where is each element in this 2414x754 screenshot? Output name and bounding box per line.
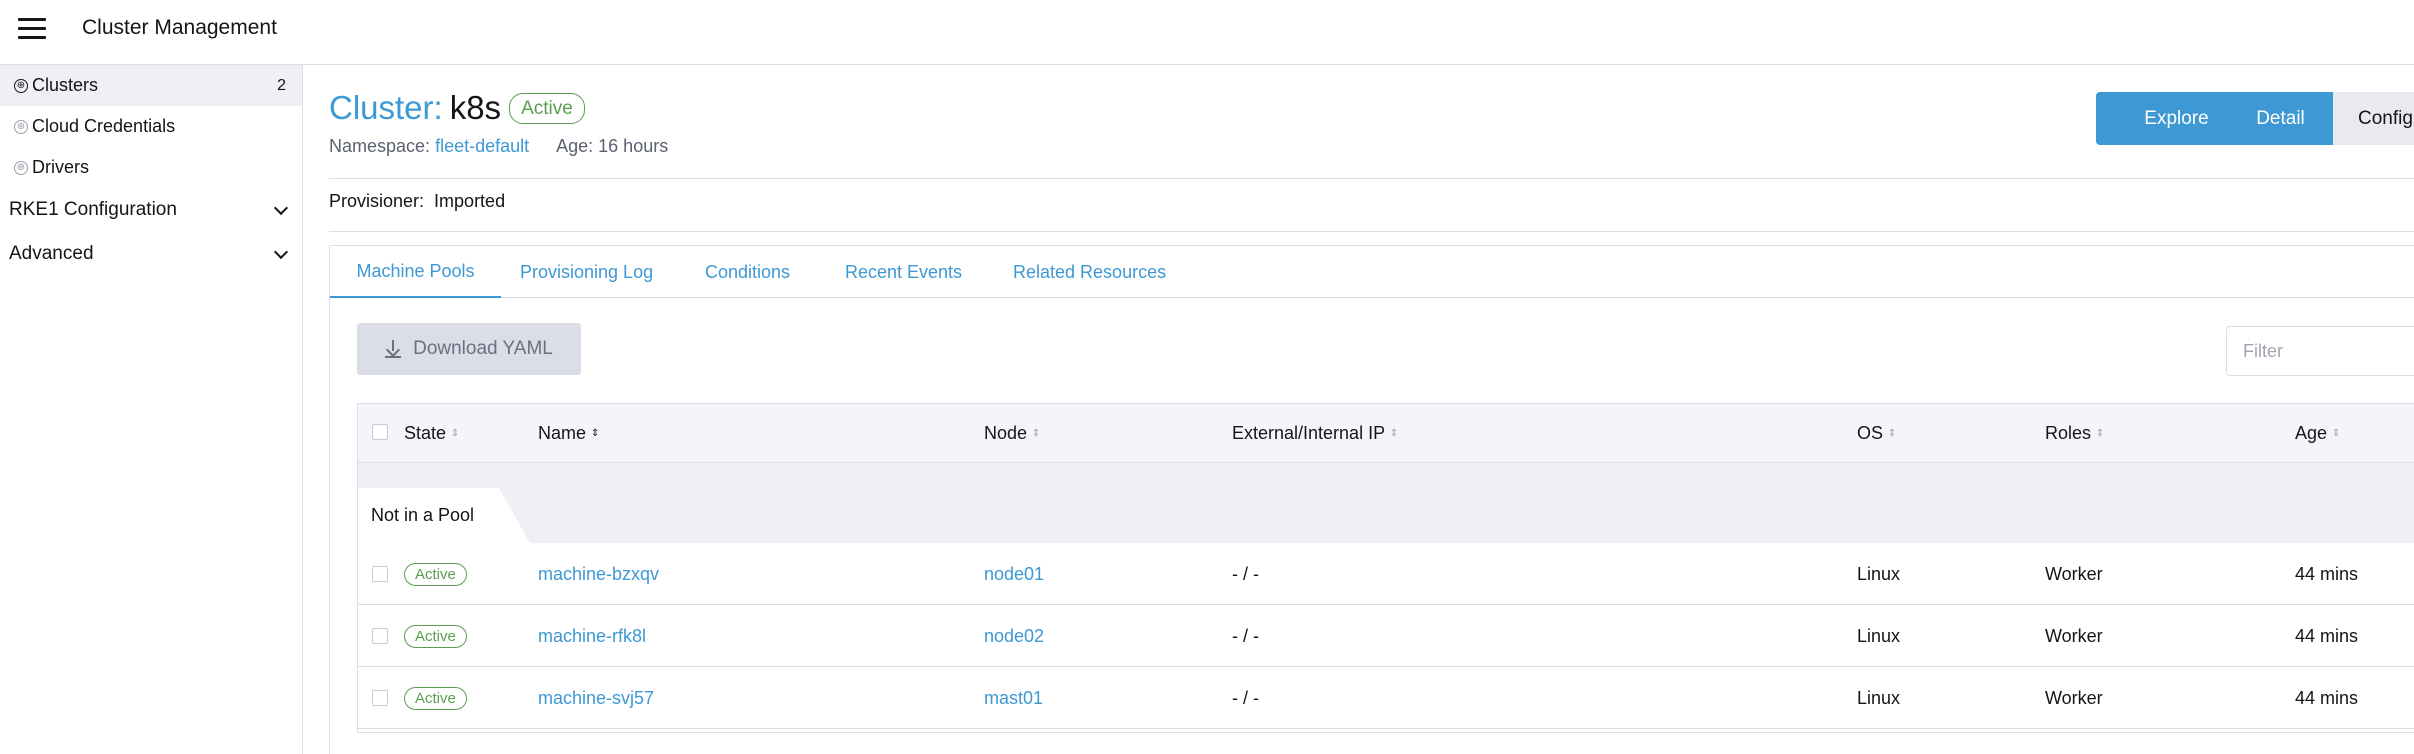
group-label: Not in a Pool [358,488,530,543]
row-checkbox[interactable] [372,566,388,582]
main-content: Cluster: k8s Active Namespace: fleet-def… [304,65,2414,754]
download-yaml-button[interactable]: Download YAML [357,323,581,375]
roles-cell: Worker [2045,563,2103,584]
column-header-node[interactable]: Node ⇕ [984,404,1041,463]
sidebar-item-label: Clusters [32,75,99,95]
column-header-age[interactable]: Age ⇕ [2295,404,2341,463]
chevron-down-icon [273,244,289,260]
state-cell: Active [404,543,467,605]
sort-icon: ⇕ [1031,428,1041,439]
sidebar-item-cloud-credentials[interactable]: ⊕ Cloud Credentials [0,106,302,147]
filter-input[interactable] [2226,326,2414,376]
sidebar-group-label: Advanced [9,243,94,264]
machines-table: State ⇕ Name ⇕ Node ⇕ External/Internal IP ⇕… [357,403,2414,733]
globe-icon: ⊕ [14,78,28,93]
sort-icon: ⇕ [590,428,600,439]
divider [329,231,2414,232]
sort-icon: ⇕ [450,428,460,439]
sidebar-item-label: Cloud Credentials [32,116,176,136]
sidebar-item-drivers[interactable]: ⊕ Drivers [0,147,302,188]
machine-name-link[interactable]: machine-bzxqv [538,543,659,605]
sort-icon: ⇕ [1389,428,1399,439]
group-row: Not in a Pool [358,463,2414,543]
cluster-name: k8s [449,89,502,126]
hamburger-menu-icon[interactable] [18,18,46,40]
divider [329,178,2414,179]
globe-icon: ⊕ [14,119,28,134]
top-bar: Cluster Management [0,0,2414,65]
sort-icon: ⇕ [1887,428,1897,439]
age-text: Age: 16 hours [556,136,669,156]
sidebar-item-label: Drivers [32,157,89,177]
age-cell: 44 mins [2295,625,2359,646]
tab-machine-pools[interactable]: Machine Pools [330,246,501,298]
namespace-label: Namespace: [329,136,431,156]
tab-conditions[interactable]: Conditions [705,246,790,298]
cluster-meta: Namespace: fleet-default Age: 16 hours [329,136,668,157]
status-badge: Active [404,624,467,648]
column-header-state[interactable]: State ⇕ [404,404,460,463]
tab-bar: Machine Pools Provisioning Log Condition… [330,246,2414,298]
column-header-name[interactable]: Name ⇕ [538,404,600,463]
ip-cell: - / - [1232,687,1259,708]
globe-icon: ⊕ [14,160,28,175]
provisioner-info: Provisioner: Imported [329,191,505,212]
table-header: State ⇕ Name ⇕ Node ⇕ External/Internal IP ⇕… [358,404,2414,463]
node-link[interactable]: mast01 [984,667,1043,729]
os-cell: Linux [1857,563,1901,584]
os-cell: Linux [1857,625,1901,646]
tab-recent-events[interactable]: Recent Events [845,246,962,298]
app-title: Cluster Management [82,16,277,39]
sidebar-group-label: RKE1 Configuration [9,199,177,220]
page-title: Cluster: k8s Active [329,89,585,127]
machine-name-link[interactable]: machine-rfk8l [538,605,646,667]
ip-cell: - / - [1232,563,1259,584]
state-cell: Active [404,667,467,729]
column-header-ip[interactable]: External/Internal IP ⇕ [1232,404,1399,463]
node-link[interactable]: node02 [984,605,1044,667]
column-header-roles[interactable]: Roles ⇕ [2045,404,2105,463]
state-cell: Active [404,605,467,667]
ip-cell: - / - [1232,625,1259,646]
roles-cell: Worker [2045,687,2103,708]
status-badge: Active [404,686,467,710]
roles-cell: Worker [2045,625,2103,646]
page-title-prefix[interactable]: Cluster: [329,89,443,127]
provisioner-value: Imported [434,191,506,211]
row-checkbox[interactable] [372,628,388,644]
table-row: Active machine-bzxqv node01 - / - Linux … [358,543,2414,605]
sort-icon: ⇕ [2331,428,2341,439]
table-row: Active machine-rfk8l node02 - / - Linux … [358,605,2414,667]
status-badge: Active [509,92,585,124]
select-all-checkbox[interactable] [372,424,388,440]
status-badge: Active [404,562,467,586]
namespace-link[interactable]: fleet-default [435,136,529,157]
provisioner-label: Provisioner: [329,191,425,211]
sidebar-group-advanced[interactable]: Advanced [0,232,302,276]
age-cell: 44 mins [2295,687,2359,708]
sidebar: ⊕ Clusters 2 ⊕ Cloud Credentials ⊕ Drive… [0,65,303,754]
node-link[interactable]: node01 [984,543,1044,605]
chevron-down-icon [273,200,289,216]
download-icon [385,340,402,358]
config-button[interactable]: Config [2333,92,2414,145]
download-yaml-label: Download YAML [413,338,553,359]
os-cell: Linux [1857,687,1901,708]
machine-name-link[interactable]: machine-svj57 [538,667,654,729]
tab-provisioning-log[interactable]: Provisioning Log [520,246,653,298]
sidebar-item-count: 2 [277,76,286,94]
sidebar-item-clusters[interactable]: ⊕ Clusters 2 [0,65,302,106]
table-row: Active machine-svj57 mast01 - / - Linux … [358,667,2414,729]
column-header-os[interactable]: OS ⇕ [1857,404,1897,463]
age-cell: 44 mins [2295,563,2359,584]
tab-related-resources[interactable]: Related Resources [1013,246,1166,298]
tabs-panel: Machine Pools Provisioning Log Condition… [329,245,2414,754]
sort-icon: ⇕ [2095,428,2105,439]
sidebar-group-rke1-configuration[interactable]: RKE1 Configuration [0,188,302,232]
detail-button[interactable]: Detail [2228,92,2333,145]
row-checkbox[interactable] [372,690,388,706]
